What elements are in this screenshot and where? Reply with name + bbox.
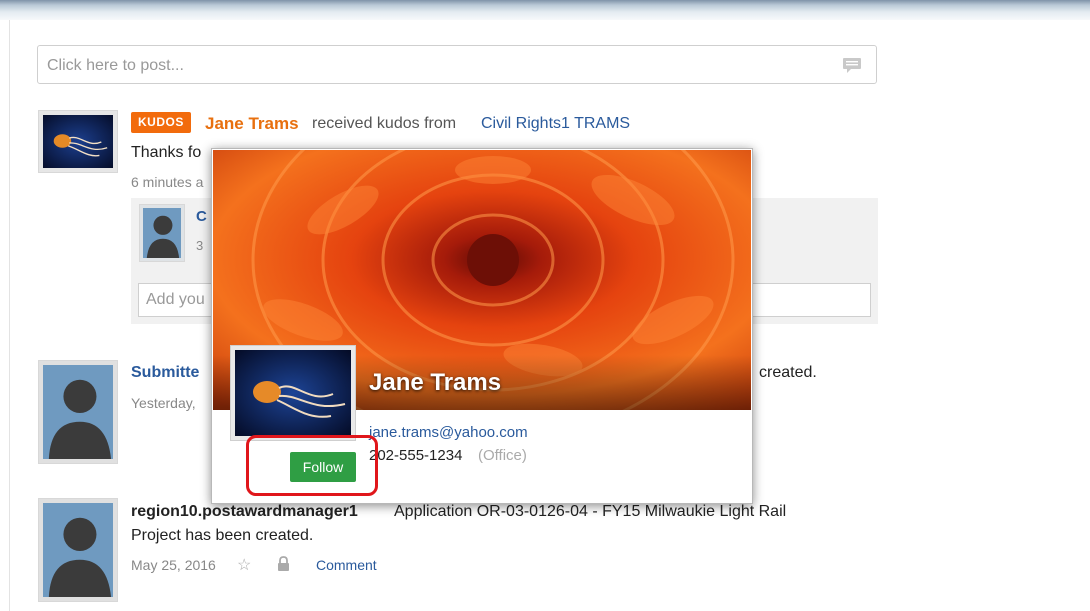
- profile-phone: 202-555-1234: [369, 447, 463, 464]
- lock-icon: [277, 556, 290, 576]
- activity-text: created.: [759, 364, 817, 381]
- add-comment-placeholder: Add you: [146, 291, 205, 308]
- profile-phone-type: (Office): [478, 447, 527, 464]
- timestamp: Yesterday,: [131, 395, 196, 411]
- star-icon[interactable]: ☆: [237, 555, 251, 575]
- post-composer-input[interactable]: Click here to post...: [37, 45, 877, 84]
- comment-link[interactable]: Comment: [316, 557, 377, 573]
- kudos-badge: KUDOS: [131, 112, 191, 133]
- kudos-action-text: received kudos from: [312, 115, 457, 132]
- default-person-avatar[interactable]: [38, 498, 118, 602]
- author-link[interactable]: region10.postawardmanager1: [131, 503, 358, 521]
- profile-name[interactable]: Jane Trams: [369, 369, 501, 397]
- timestamp: May 25, 2016: [131, 557, 216, 573]
- recipient-link[interactable]: Jane Trams: [205, 114, 299, 134]
- chat-bubble-icon[interactable]: [842, 57, 862, 74]
- activity-text-continued: Project has been created.: [131, 527, 314, 544]
- activity-text: Application OR-03-0126-04 - FY15 Milwauk…: [394, 503, 787, 520]
- comment-author-link[interactable]: C: [196, 208, 207, 225]
- follow-highlight-outline: [246, 435, 378, 496]
- divider: [9, 20, 10, 611]
- default-person-avatar[interactable]: [38, 360, 118, 464]
- jellyfish-avatar[interactable]: [38, 110, 118, 173]
- kudos-message: Thanks fo: [131, 144, 202, 161]
- comment-timestamp: 3: [196, 238, 204, 253]
- post-composer-placeholder: Click here to post...: [47, 57, 184, 74]
- timestamp: 6 minutes a: [131, 174, 204, 190]
- sender-link[interactable]: Civil Rights1 TRAMS: [481, 115, 630, 133]
- top-header-bar: [0, 0, 1090, 20]
- profile-email-link[interactable]: jane.trams@yahoo.com: [369, 424, 528, 441]
- default-person-avatar[interactable]: [139, 204, 185, 262]
- jellyfish-avatar[interactable]: [230, 345, 356, 441]
- author-link[interactable]: Submitte: [131, 364, 199, 382]
